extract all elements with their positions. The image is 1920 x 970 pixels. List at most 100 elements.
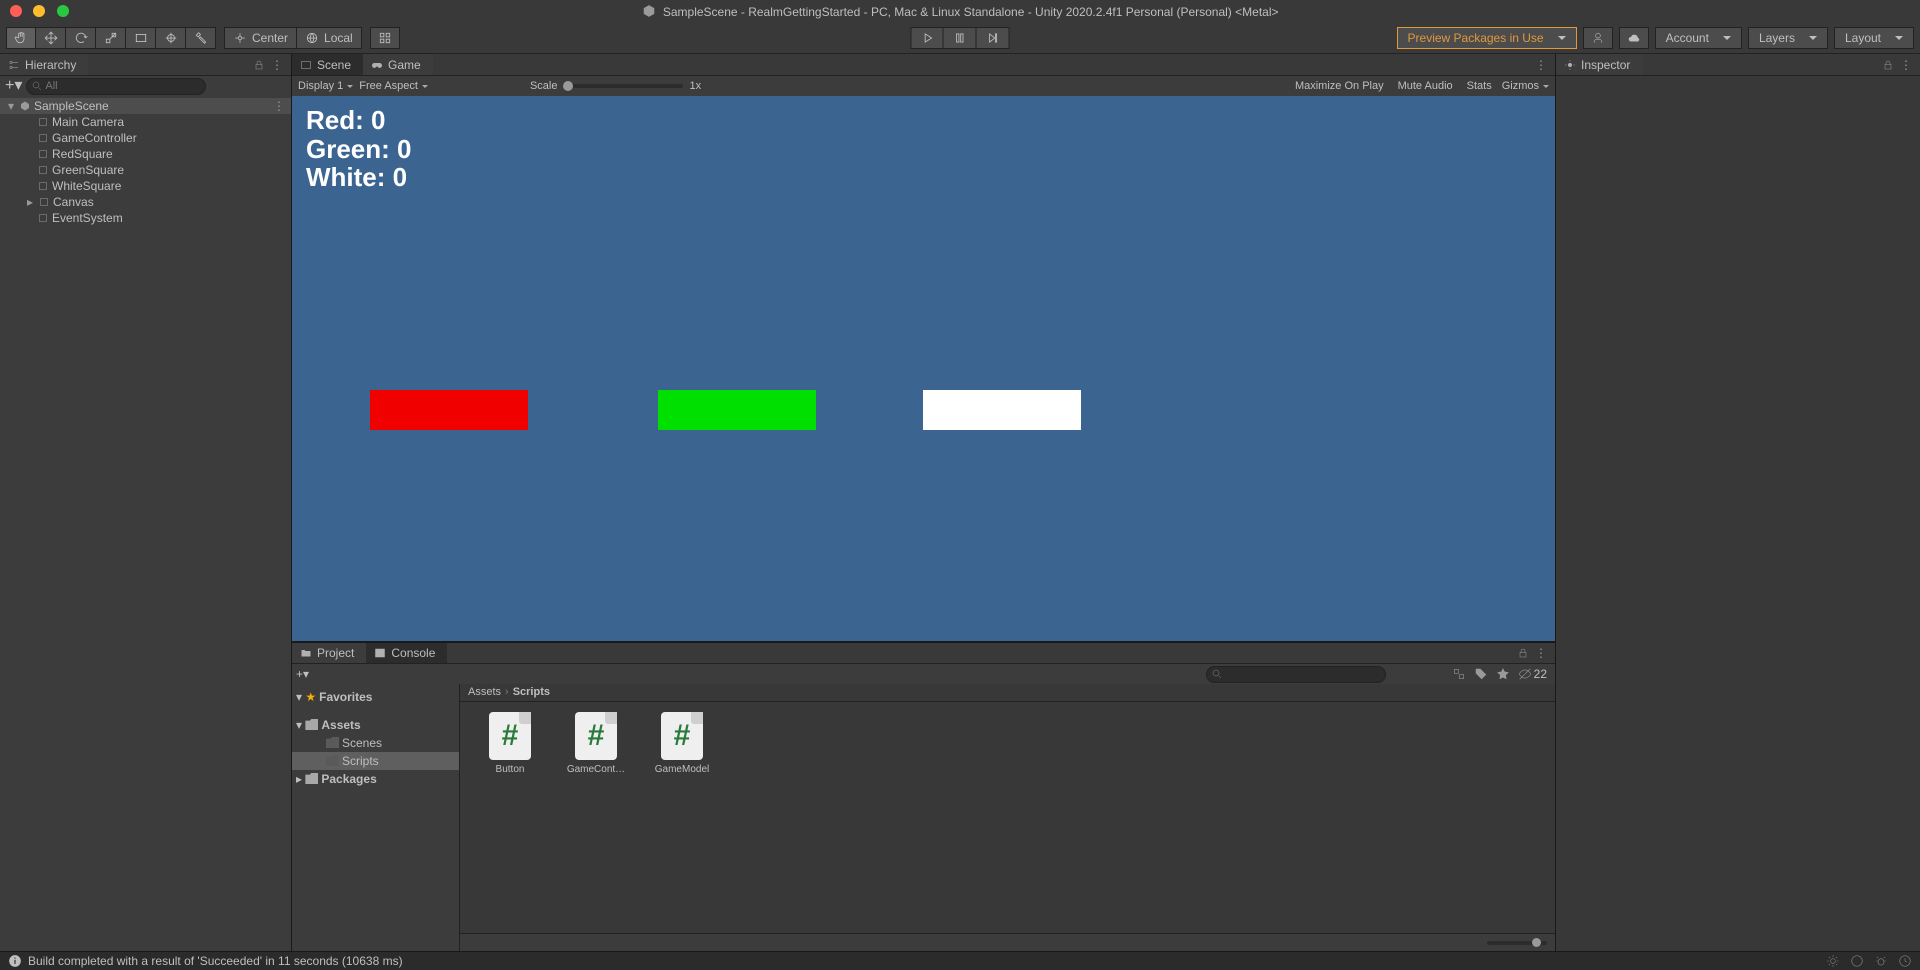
search-by-label-button[interactable] (1474, 667, 1488, 681)
gizmos-dropdown[interactable]: Gizmos (1502, 80, 1549, 92)
project-search-input[interactable] (1206, 666, 1386, 683)
hierarchy-item[interactable]: RedSquare (0, 146, 291, 162)
hierarchy-item[interactable]: GreenSquare (0, 162, 291, 178)
status-bar: Build completed with a result of 'Succee… (0, 951, 1920, 970)
asset-item[interactable]: #GameModel (650, 712, 714, 775)
hierarchy-item[interactable]: EventSystem (0, 210, 291, 226)
hierarchy-tab-label: Hierarchy (25, 58, 76, 72)
gameobject-icon (37, 132, 49, 144)
hierarchy-item-label: RedSquare (52, 147, 113, 161)
icon-size-slider[interactable] (1487, 941, 1547, 945)
layout-dropdown[interactable]: Layout (1834, 27, 1914, 49)
inspector-tab[interactable]: Inspector (1556, 54, 1642, 75)
preview-packages-button[interactable]: Preview Packages in Use (1397, 27, 1577, 49)
asset-item[interactable]: #Button (478, 712, 542, 775)
progress-icon[interactable] (1850, 954, 1864, 968)
asset-item[interactable]: #GameCont… (564, 712, 628, 775)
zoom-window-button[interactable] (57, 5, 69, 17)
scenes-row[interactable]: Scenes (292, 734, 459, 752)
scene-menu-icon[interactable]: ⋮ (273, 99, 291, 113)
hierarchy-item[interactable]: Main Camera (0, 114, 291, 130)
lock-icon[interactable] (253, 59, 265, 71)
hierarchy-panel: Hierarchy ⋮ +▾ ▾ SampleScene ⋮ Main Came… (0, 54, 292, 951)
hierarchy-item-label: GreenSquare (52, 163, 124, 177)
panel-menu-icon[interactable]: ⋮ (1535, 58, 1547, 72)
score-text: Red: 0 Green: 0 White: 0 (306, 106, 412, 192)
pivot-mode-button[interactable]: Center (224, 27, 297, 49)
rotate-tool-button[interactable] (66, 27, 96, 49)
step-button[interactable] (977, 27, 1010, 49)
scale-tool-button[interactable] (96, 27, 126, 49)
game-tab-label: Game (388, 58, 421, 72)
stats-toggle[interactable]: Stats (1463, 80, 1496, 92)
hierarchy-search-input[interactable] (26, 78, 206, 95)
hierarchy-item[interactable]: GameController (0, 130, 291, 146)
gameobject-icon (37, 148, 49, 160)
minimize-window-button[interactable] (33, 5, 45, 17)
gameobject-icon (37, 212, 49, 224)
create-button[interactable]: +▾ (5, 79, 22, 93)
scripts-row[interactable]: Scripts (292, 752, 459, 770)
asset-label: GameModel (650, 764, 714, 775)
hierarchy-item-label: GameController (52, 131, 137, 145)
favorites-row[interactable]: ▾ ★Favorites (292, 688, 459, 706)
main-toolbar: Center Local Preview Packages in Use Acc… (0, 23, 1920, 54)
hidden-packages-button[interactable]: 22 (1518, 667, 1547, 681)
save-search-button[interactable] (1496, 667, 1510, 681)
project-tab[interactable]: Project (292, 643, 366, 663)
mute-audio-toggle[interactable]: Mute Audio (1394, 80, 1457, 92)
score-white: White: 0 (306, 163, 412, 192)
transform-combined-tool-button[interactable] (156, 27, 186, 49)
aspect-dropdown[interactable]: Free Aspect (359, 80, 428, 92)
activity-icon[interactable] (1898, 954, 1912, 968)
console-tab[interactable]: Console (366, 643, 447, 663)
assets-row[interactable]: ▾ Assets (292, 716, 459, 734)
breadcrumb-segment[interactable]: Scripts (513, 686, 550, 698)
score-red: Red: 0 (306, 106, 412, 135)
asset-label: GameCont… (564, 764, 628, 775)
hierarchy-tab[interactable]: Hierarchy (0, 54, 88, 75)
packages-row[interactable]: ▸ Packages (292, 770, 459, 788)
scale-slider[interactable] (563, 84, 683, 88)
cloud-button[interactable] (1619, 27, 1649, 49)
custom-tools-button[interactable] (186, 27, 216, 49)
project-content: #Button #GameCont… #GameModel (460, 702, 1555, 933)
gameobject-icon (37, 116, 49, 128)
scene-row[interactable]: ▾ SampleScene ⋮ (0, 98, 291, 114)
collab-button[interactable] (1583, 27, 1613, 49)
bug-report-icon[interactable] (1874, 954, 1888, 968)
panel-menu-icon[interactable]: ⋮ (1900, 58, 1912, 72)
close-window-button[interactable] (10, 5, 22, 17)
maximize-on-play-toggle[interactable]: Maximize On Play (1291, 80, 1388, 92)
snap-toggle-button[interactable] (370, 27, 400, 49)
green-square (658, 390, 816, 430)
pause-button[interactable] (944, 27, 977, 49)
search-by-type-button[interactable] (1452, 667, 1466, 681)
scene-tab[interactable]: Scene (292, 54, 363, 75)
handle-space-button[interactable]: Local (297, 27, 362, 49)
project-create-button[interactable]: +▾ (296, 667, 309, 681)
lock-icon[interactable] (1517, 647, 1529, 659)
unity-scene-icon (19, 100, 31, 112)
preview-packages-label: Preview Packages in Use (1408, 31, 1544, 45)
gizmos-label: Gizmos (1502, 80, 1539, 92)
panel-menu-icon[interactable]: ⋮ (271, 58, 283, 72)
panel-menu-icon[interactable]: ⋮ (1535, 646, 1547, 660)
scene-tab-label: Scene (317, 58, 351, 72)
hand-tool-button[interactable] (6, 27, 36, 49)
lock-icon[interactable] (1882, 59, 1894, 71)
display-dropdown[interactable]: Display 1 (298, 80, 353, 92)
hierarchy-item[interactable]: WhiteSquare (0, 178, 291, 194)
account-dropdown[interactable]: Account (1655, 27, 1742, 49)
game-view: Red: 0 Green: 0 White: 0 (292, 96, 1555, 641)
auto-generate-lighting-icon[interactable] (1826, 954, 1840, 968)
rect-tool-button[interactable] (126, 27, 156, 49)
game-tab[interactable]: Game (363, 54, 433, 75)
layers-dropdown[interactable]: Layers (1748, 27, 1828, 49)
pivot-handle-group: Center Local (224, 27, 362, 49)
breadcrumb-segment[interactable]: Assets (468, 686, 501, 698)
scale-label: Scale (530, 80, 558, 92)
move-tool-button[interactable] (36, 27, 66, 49)
play-button[interactable] (911, 27, 944, 49)
hierarchy-item[interactable]: ▸Canvas (0, 194, 291, 210)
